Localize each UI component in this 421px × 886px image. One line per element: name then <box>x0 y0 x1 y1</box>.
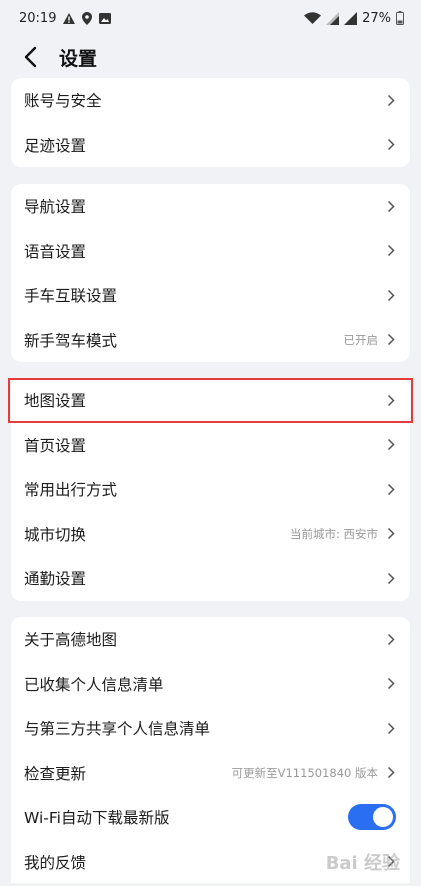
settings-item-footprint[interactable]: 足迹设置 <box>11 123 410 168</box>
chevron-right-icon <box>386 765 396 781</box>
phone-screen: 20:19 27% 设置 账号与安全 足迹设置 导航设置 语音设置 手车互联设置… <box>3 3 418 883</box>
settings-item-label: 通勤设置 <box>24 570 87 589</box>
chevron-right-icon <box>386 854 396 870</box>
settings-item-commute[interactable]: 通勤设置 <box>11 556 410 601</box>
settings-item-label: 关于高德地图 <box>24 631 118 650</box>
settings-item-map[interactable]: 地图设置 <box>8 378 413 423</box>
chevron-right-icon <box>386 198 396 214</box>
page-title: 设置 <box>59 47 98 70</box>
settings-item-third-party-info[interactable]: 与第三方共享个人信息清单 <box>11 706 410 751</box>
settings-group-map: 地图设置 首页设置 常用出行方式 城市切换 当前城市: 西安市 通勤设置 <box>8 378 413 601</box>
chevron-right-icon <box>386 481 396 497</box>
settings-item-label: 我的反馈 <box>24 853 87 872</box>
settings-item-label: 账号与安全 <box>24 92 102 111</box>
settings-item-car-connect[interactable]: 手车互联设置 <box>11 273 410 318</box>
settings-item-label: 城市切换 <box>24 525 87 544</box>
chevron-right-icon <box>386 676 396 692</box>
settings-item-value: 已开启 <box>343 332 379 347</box>
settings-item-label: 手车互联设置 <box>24 287 118 306</box>
chevron-right-icon <box>386 287 396 303</box>
settings-item-travel-mode[interactable]: 常用出行方式 <box>11 467 410 512</box>
settings-item-label: Wi-Fi自动下载最新版 <box>24 809 170 828</box>
settings-group-navigation: 导航设置 语音设置 手车互联设置 新手驾车模式 已开启 <box>11 184 410 362</box>
back-arrow-icon <box>24 46 37 68</box>
settings-item-voice[interactable]: 语音设置 <box>11 229 410 274</box>
signal-icon-2 <box>344 11 358 25</box>
toggle-knob <box>373 807 393 828</box>
settings-item-label: 已收集个人信息清单 <box>24 675 164 694</box>
settings-item-label: 足迹设置 <box>24 136 87 155</box>
settings-item-wifi-auto-download: Wi-Fi自动下载最新版 <box>11 795 410 840</box>
settings-item-account-security[interactable]: 账号与安全 <box>11 78 410 123</box>
settings-item-label: 首页设置 <box>24 436 87 455</box>
settings-item-feedback[interactable]: 我的反馈 <box>11 840 410 884</box>
battery-percent: 27% <box>362 10 391 26</box>
chevron-right-icon <box>386 332 396 348</box>
settings-item-label: 地图设置 <box>24 392 87 411</box>
signal-icon <box>326 11 340 25</box>
settings-item-check-update[interactable]: 检查更新 可更新至V111501840 版本 <box>11 751 410 796</box>
settings-item-label: 语音设置 <box>24 242 87 261</box>
settings-item-homepage[interactable]: 首页设置 <box>11 423 410 468</box>
settings-item-label: 与第三方共享个人信息清单 <box>24 720 211 739</box>
chevron-right-icon <box>386 392 396 408</box>
chevron-right-icon <box>386 243 396 259</box>
settings-group-about: 关于高德地图 已收集个人信息清单 与第三方共享个人信息清单 检查更新 可更新至V… <box>11 617 410 883</box>
chevron-right-icon <box>386 137 396 153</box>
settings-item-value: 可更新至V111501840 版本 <box>231 765 378 780</box>
settings-item-label: 检查更新 <box>24 764 87 783</box>
wifi-auto-download-toggle[interactable] <box>348 804 396 831</box>
page-header: 设置 <box>3 33 418 81</box>
settings-item-novice-mode[interactable]: 新手驾车模式 已开启 <box>11 318 410 363</box>
status-time: 20:19 <box>19 10 57 26</box>
location-icon <box>82 11 93 25</box>
settings-item-label: 新手驾车模式 <box>24 331 118 350</box>
warning-icon <box>63 12 76 24</box>
chevron-right-icon <box>386 631 396 647</box>
status-bar: 20:19 27% <box>3 3 418 33</box>
settings-item-label: 导航设置 <box>24 198 87 217</box>
chevron-right-icon <box>386 570 396 586</box>
settings-item-collected-info[interactable]: 已收集个人信息清单 <box>11 662 410 707</box>
image-icon <box>99 12 112 24</box>
settings-item-label: 常用出行方式 <box>24 481 118 500</box>
settings-item-about[interactable]: 关于高德地图 <box>11 617 410 662</box>
settings-item-city-switch[interactable]: 城市切换 当前城市: 西安市 <box>11 512 410 557</box>
chevron-right-icon <box>386 720 396 736</box>
wifi-icon <box>304 12 322 24</box>
chevron-right-icon <box>386 92 396 108</box>
settings-item-value: 当前城市: 西安市 <box>289 526 378 541</box>
settings-group-account: 账号与安全 足迹设置 <box>11 78 410 167</box>
battery-icon <box>396 11 404 25</box>
back-button[interactable] <box>23 43 51 71</box>
chevron-right-icon <box>386 437 396 453</box>
settings-item-navigation[interactable]: 导航设置 <box>11 184 410 229</box>
chevron-right-icon <box>386 526 396 542</box>
